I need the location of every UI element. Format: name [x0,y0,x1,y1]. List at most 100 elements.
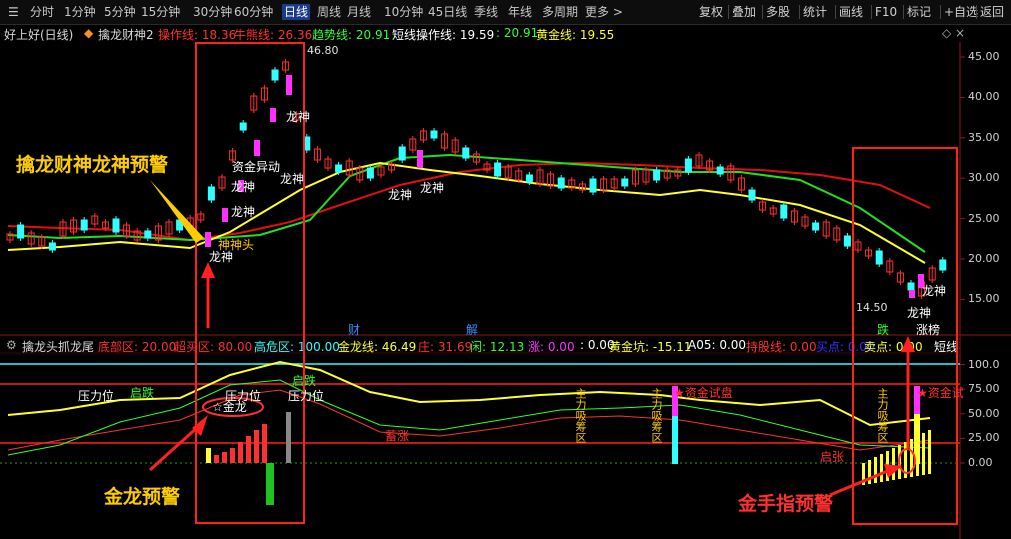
candle-body [112,218,120,233]
candle-body [176,219,184,231]
ma-yellow-line [7,161,926,264]
price-tick-label: 35.00 [968,130,1000,144]
chart-canvas[interactable] [0,0,1011,539]
price-tick-label: 45.00 [968,50,1000,63]
magenta-bar [909,290,915,298]
candle-body [144,230,152,239]
histogram-bar [246,436,251,463]
candle-body [59,221,67,237]
sub-line-value-9: A05: 0.00 [688,338,747,352]
candle-body [833,227,841,241]
period-tab-8[interactable]: 月线 [347,4,371,20]
histogram-bar [214,455,219,463]
candle-body [536,169,544,185]
candle-body [504,166,512,179]
main-line-value-4: : 20.91 [496,26,539,40]
main-indicator-name[interactable]: 擒龙财神2 [98,26,154,43]
candle-body [324,158,332,169]
period-tab-0[interactable]: 分时 [30,4,54,20]
menu-icon[interactable]: ☰ [8,4,19,20]
xuzhang-label: 蓄涨 [385,429,410,443]
candle-body [282,61,290,71]
candle-body [165,221,173,235]
period-tab-2[interactable]: 5分钟 [104,4,136,20]
toolbar-button-5[interactable]: F10 [875,4,897,20]
jinlong-warning-annotation: 金龙预警 [104,486,181,508]
candle-body [854,241,862,251]
zhuli-label-2: 主力吸筹区 [650,388,663,443]
shenshen-marker: 神神头 [218,238,255,252]
settings-icon[interactable]: ◆ [84,26,93,40]
candle-body [123,224,131,237]
collapse-icon[interactable]: ◇ × [942,26,965,40]
period-tab-12[interactable]: 年线 [508,4,532,20]
magenta-bar [254,140,260,156]
candle-body [748,189,756,201]
period-tab-9[interactable]: 10分钟 [384,4,423,20]
sub-line-value-12: 卖点: 0.00 [864,340,923,354]
toolbar-button-0[interactable]: 复权 [699,4,723,20]
yellow-pit-bar [874,457,877,483]
candle-body [547,173,555,187]
yellow-pit-bar [904,442,907,478]
magenta-bar [417,150,423,168]
sub-tick-label: 75.00 [968,382,1000,396]
magenta-bar [222,208,228,222]
period-tab-3[interactable]: 15分钟 [141,4,180,20]
candle-body [419,130,427,141]
candle-body [91,215,99,225]
magenta-bar [205,232,211,247]
settings-icon[interactable]: ⚙ [6,338,17,352]
jie-marker: 解 [466,323,479,337]
toolbar-button-2[interactable]: 多股 [766,4,790,20]
jinshouzhi-circle [898,448,916,474]
candle-body [38,236,46,247]
sub-line-value-0: 底部区: 20.00 [98,340,177,354]
longshen-marker-2: 龙神 [231,180,256,194]
toolbar-separator [835,5,836,19]
longshen-marker-1: 龙神 [231,205,256,219]
toolbar-separator [799,5,800,19]
qizhang-label: 启张 [820,450,845,464]
longshen-marker-6: 龙神 [420,181,445,195]
stock-title: 好上好(日线) [4,28,74,42]
candle-body [207,186,215,201]
toolbar-button-8[interactable]: 返回 [980,4,1004,20]
sub-tick-label: 25.00 [968,431,1000,445]
toolbar-separator [762,5,763,19]
period-tab-14[interactable]: 更多 > [585,4,623,20]
candle-body [568,179,576,189]
candle-body [716,166,724,175]
price-tick-label: 15.00 [968,292,1000,306]
yellow-pit-bar [928,430,931,474]
high-price-label: 46.80 [307,44,339,57]
histogram-bar [254,430,259,463]
period-tab-1[interactable]: 1分钟 [64,4,96,20]
period-tab-4[interactable]: 30分钟 [193,4,232,20]
candle-body [578,183,586,191]
period-tab-5[interactable]: 60分钟 [234,4,273,20]
period-tab-10[interactable]: 45日线 [428,4,467,20]
candle-body [70,219,78,233]
toolbar-button-7[interactable]: +自选 [944,4,978,20]
period-tab-11[interactable]: 季线 [474,4,498,20]
histogram-bar [206,448,211,463]
candle-body [939,259,947,271]
main-line-value-1: 牛熊线: 26.36 [234,28,313,42]
toolbar-button-4[interactable]: 画线 [839,4,863,20]
toolbar-button-3[interactable]: 统计 [803,4,827,20]
period-tab-13[interactable]: 多周期 [542,4,578,20]
jinlong-arrow-shaft [148,423,202,472]
main-indicator-header: 好上好(日线) ◆ 擒龙财神2 操作线: 18.36 牛熊线: 26.36 趋势线:… [0,25,965,43]
toolbar-button-1[interactable]: 叠加 [732,4,756,20]
toolbar-button-6[interactable]: 标记 [907,4,931,20]
candle-body [27,232,35,245]
candle-body [483,163,491,171]
candle-body [727,165,735,181]
candle-body [218,176,226,189]
period-tab-6[interactable]: 日线 [282,4,311,20]
candle-body [525,174,533,183]
period-tab-7[interactable]: 周线 [317,4,341,20]
sub-indicator-header: ⚙ 擒龙头抓龙尾 底部区: 20.00 超买区: 80.00 高危区: 100.00… [0,337,960,355]
sub-indicator-name[interactable]: 擒龙头抓龙尾 [22,338,94,355]
